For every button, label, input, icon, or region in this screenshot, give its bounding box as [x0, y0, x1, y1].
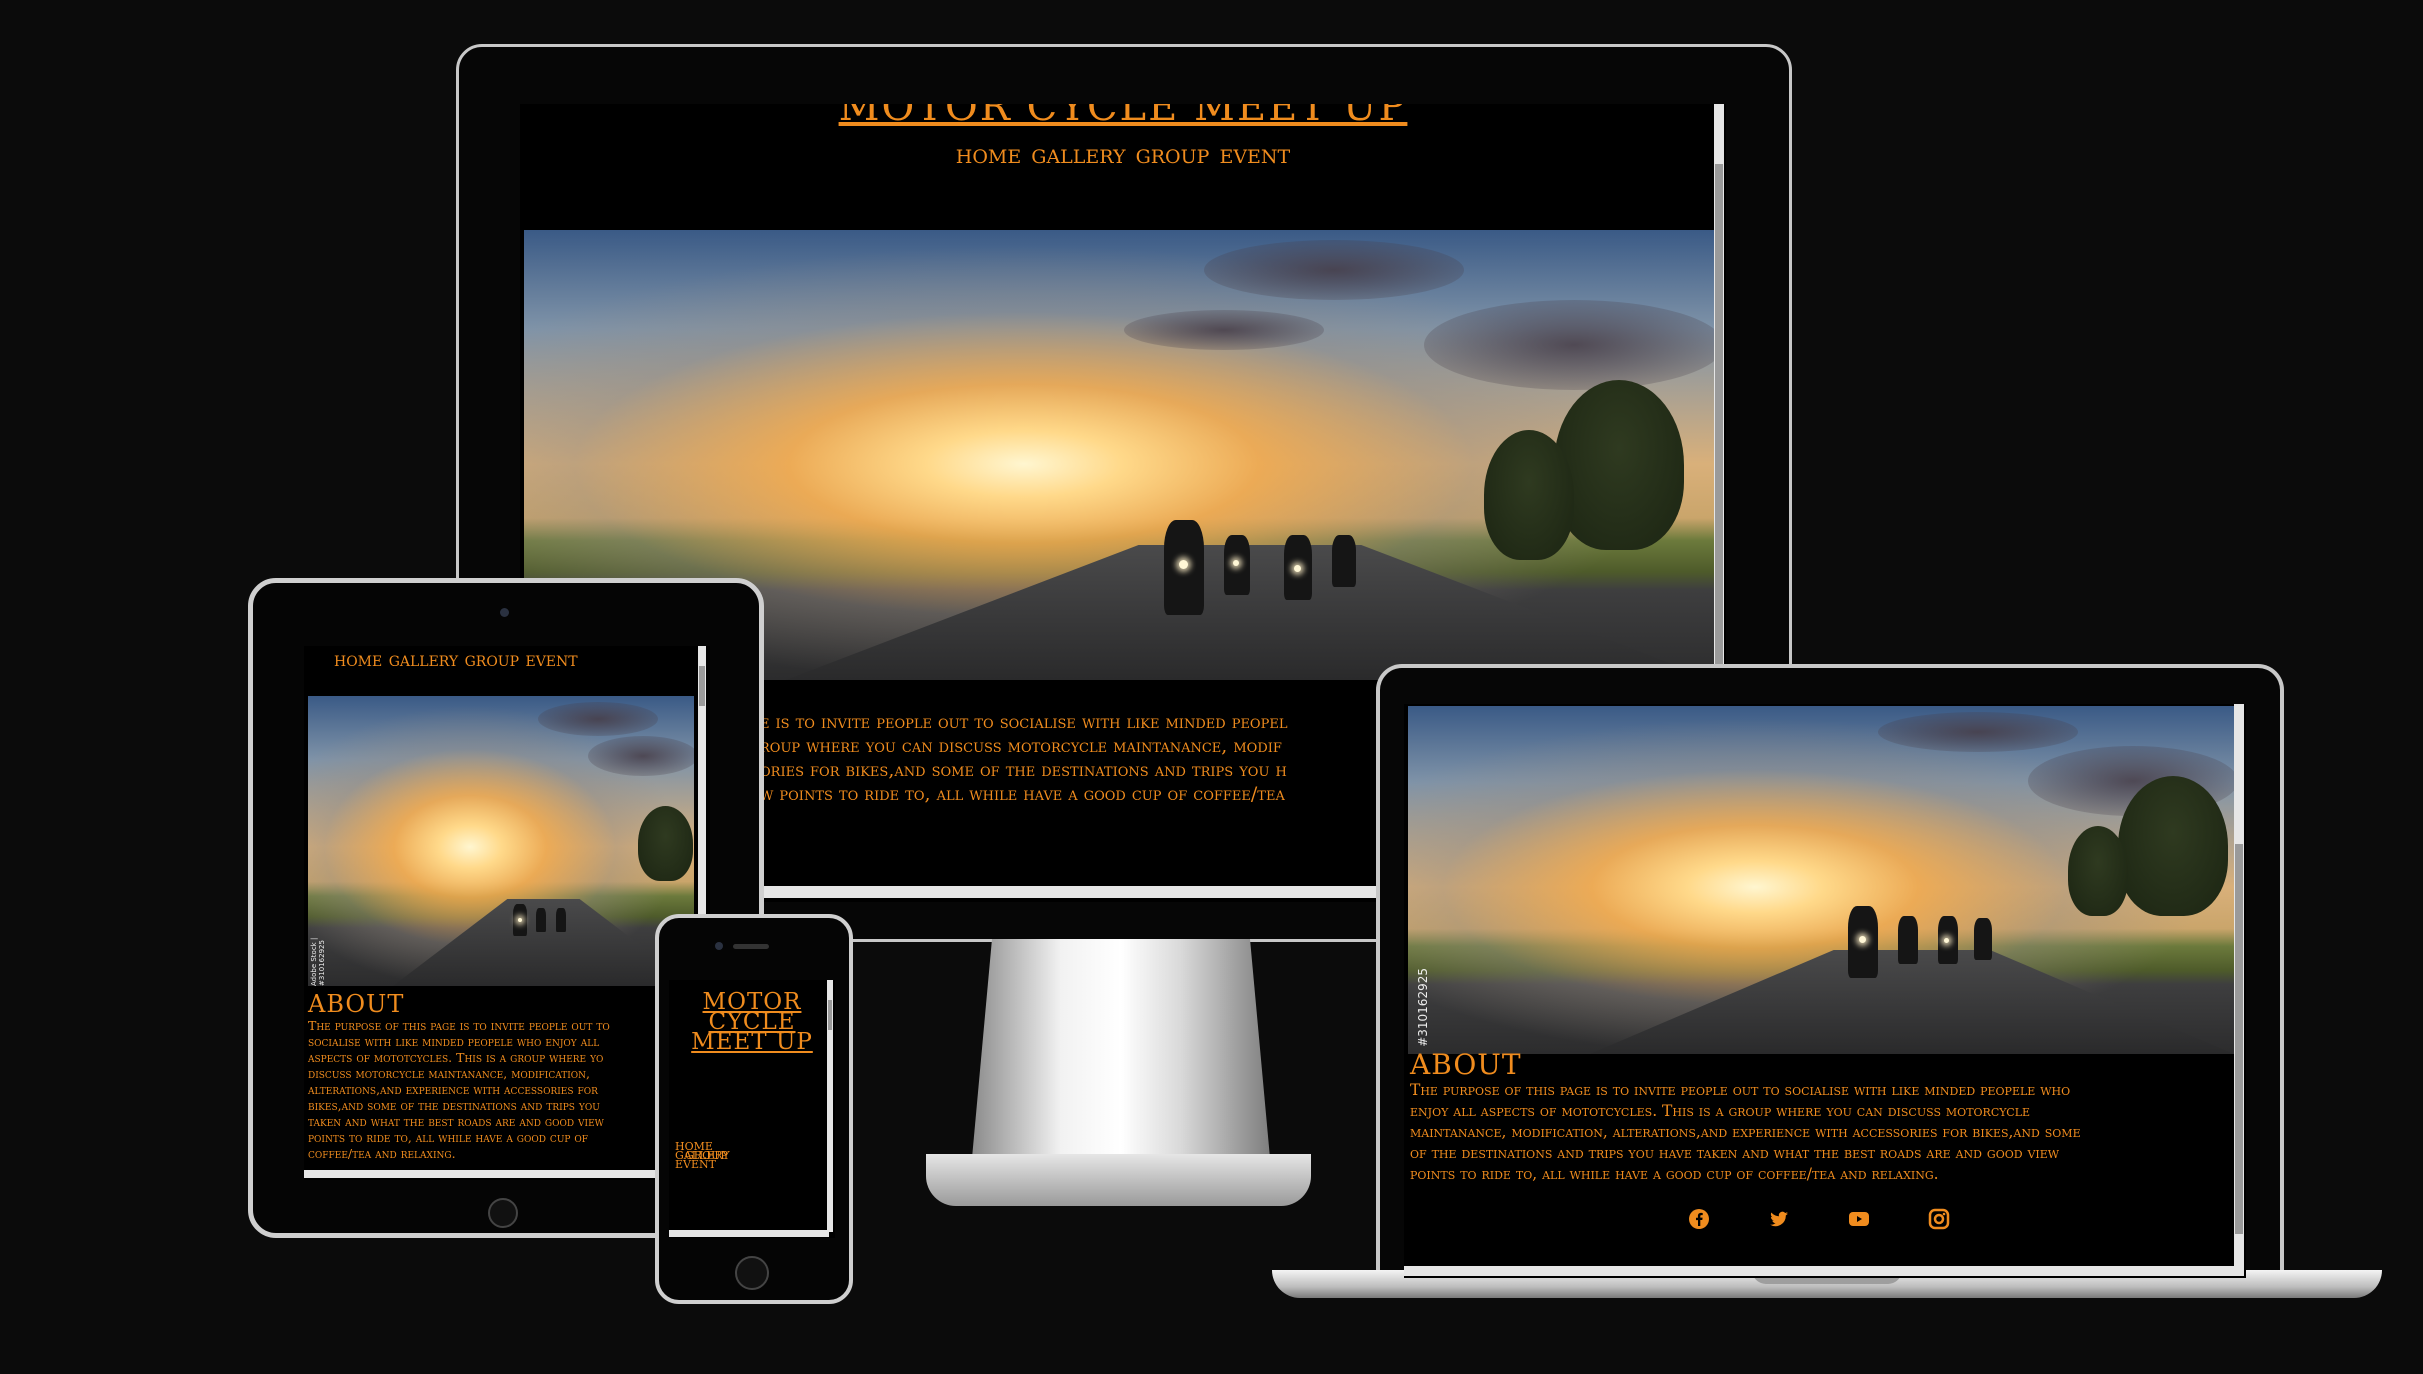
laptop-about-line: The purpose of this page is to invite pe…	[1410, 1081, 2071, 1099]
laptop-screen: #310162925 ABOUT The purpose of this pag…	[1404, 704, 2246, 1278]
phone-screen: MOTOR CYCLE MEET UP HOME GALLERY GROUP E…	[669, 980, 835, 1238]
laptop-scrollbar-thumb[interactable]	[2235, 844, 2243, 1234]
laptop-scrollbar[interactable]	[2234, 704, 2244, 1266]
laptop-social-icons	[1688, 1208, 1988, 1238]
laptop-hscrollbar[interactable]	[1404, 1266, 2244, 1276]
desktop-about-line: roup where you can discuss motorcycle ma…	[760, 735, 1282, 757]
tablet-about-heading: ABOUT	[308, 990, 405, 1018]
phone-site-title[interactable]: MOTOR CYCLE MEET UP	[687, 991, 817, 1055]
laptop-stock-label: #310162925	[1416, 968, 1430, 1047]
tablet-stock-label: Adobe Stock | #310162925	[310, 937, 326, 986]
phone-nav[interactable]: HOME GALLERY GROUP EVENT	[675, 1141, 730, 1170]
tablet-about-line: taken and what the best roads are and go…	[308, 1114, 604, 1129]
laptop-hero-image: #310162925	[1408, 706, 2234, 1054]
phone-hscrollbar[interactable]	[669, 1230, 829, 1237]
laptop: #310162925 ABOUT The purpose of this pag…	[1272, 664, 2382, 1314]
laptop-about-line: enjoy all aspects of mototcycles. This i…	[1410, 1102, 2031, 1120]
laptop-about-text: The purpose of this page is to invite pe…	[1410, 1080, 2230, 1185]
twitter-icon[interactable]	[1768, 1208, 1790, 1230]
phone-scrollbar[interactable]	[827, 980, 833, 1232]
tablet-about-line: The purpose of this page is to invite pe…	[308, 1018, 610, 1033]
desktop-site-title[interactable]: MOTOR CYCLE MEET UP	[520, 104, 1726, 130]
phone: MOTOR CYCLE MEET UP HOME GALLERY GROUP E…	[655, 914, 855, 1304]
tablet-nav[interactable]: HOME GALLERY GROUP EVENT	[334, 654, 578, 670]
monitor-stand-base	[926, 1154, 1311, 1206]
laptop-about-heading: ABOUT	[1410, 1048, 1522, 1081]
tablet-about-line: socialise with like minded peopele who e…	[308, 1034, 600, 1049]
laptop-about-line: points to ride to, all while have a good…	[1410, 1165, 1939, 1183]
youtube-icon[interactable]	[1848, 1208, 1870, 1230]
desktop-about-line: w points to ride to, all while have a go…	[760, 783, 1285, 805]
tablet-hscrollbar[interactable]	[304, 1170, 704, 1178]
laptop-about-line: of the destinations and trips you have t…	[1410, 1144, 2060, 1162]
tablet-about-line: coffee/tea and relaxing.	[308, 1146, 456, 1161]
phone-title-line: MEET UP	[691, 1029, 813, 1055]
desktop-about-line: ories for bikes,and some of the destinat…	[760, 759, 1287, 781]
tablet-about-text: The purpose of this page is to invite pe…	[308, 1018, 668, 1162]
tablet-about-line: aspects of mototcycles. This is a group …	[308, 1050, 604, 1065]
tablet-hero-image: Adobe Stock | #310162925	[308, 696, 694, 986]
phone-scrollbar-thumb[interactable]	[828, 1000, 832, 1030]
tablet-about-line: bikes,and some of the destinations and t…	[308, 1098, 600, 1113]
monitor-stand	[971, 939, 1271, 1169]
tablet-about-line: alterations,and experience with accessor…	[308, 1082, 598, 1097]
desktop-about-text: e is to invite people out to socialise w…	[760, 710, 1340, 806]
phone-speaker	[733, 944, 769, 949]
tablet-camera	[500, 608, 509, 617]
facebook-icon[interactable]	[1688, 1208, 1710, 1230]
phone-home-button[interactable]	[735, 1256, 769, 1290]
instagram-icon[interactable]	[1928, 1208, 1950, 1230]
phone-camera	[715, 942, 723, 950]
laptop-about-line: maintanance, modification, alterations,a…	[1410, 1123, 2081, 1141]
tablet-home-button[interactable]	[488, 1198, 518, 1228]
tablet-about-line: points to ride to, all while have a good…	[308, 1130, 589, 1145]
tablet-about-line: discuss motorcycle maintanance, modifica…	[308, 1066, 591, 1081]
tablet-screen: HOME GALLERY GROUP EVENT Adobe Stock | #…	[304, 646, 710, 1180]
tablet-scrollbar-thumb[interactable]	[699, 666, 705, 706]
desktop-about-line: e is to invite people out to socialise w…	[760, 711, 1288, 733]
desktop-nav[interactable]: HOME GALLERY GROUP EVENT	[520, 146, 1726, 168]
